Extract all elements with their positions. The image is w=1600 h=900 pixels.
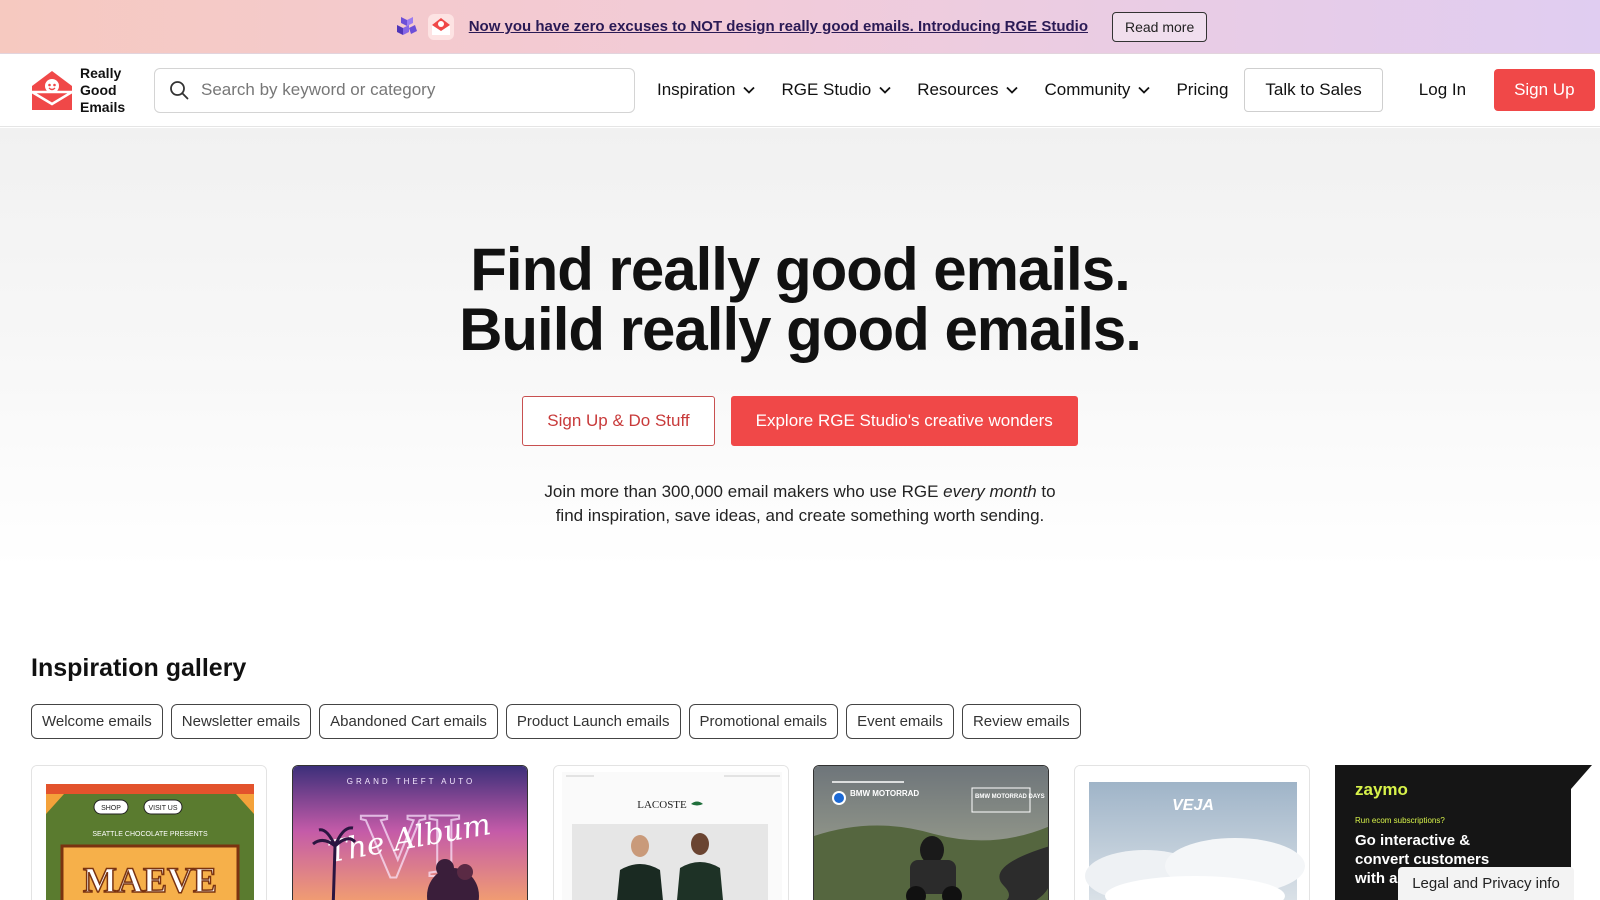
card-badge: BMW MOTORRAD DAYS — [975, 794, 1045, 800]
logo[interactable]: Really Good Emails — [30, 65, 140, 116]
gallery-card[interactable]: GRAND THEFT AUTO VI The Album — [292, 765, 528, 900]
nav-label: Pricing — [1176, 80, 1229, 99]
card-brand: MAEVE — [83, 860, 217, 900]
card-brand: zaymo — [1355, 780, 1408, 799]
gallery-card[interactable]: LACOSTE — [553, 765, 789, 900]
read-more-button[interactable]: Read more — [1112, 11, 1208, 42]
main-nav: Inspiration RGE Studio Resources Communi… — [657, 68, 1595, 112]
login-link[interactable]: Log In — [1419, 80, 1466, 100]
email-thumbnail: GRAND THEFT AUTO VI The Album — [293, 766, 527, 900]
hero-line-2: Build really good emails. — [459, 296, 1142, 363]
hero-sub-text-end: to — [1036, 482, 1056, 501]
card-brand: LACOSTE — [637, 799, 687, 811]
chevron-down-icon — [1138, 86, 1151, 94]
talk-to-sales-button[interactable]: Talk to Sales — [1244, 68, 1383, 112]
promo-banner: Now you have zero excuses to NOT design … — [0, 0, 1600, 54]
search-icon — [170, 81, 189, 100]
chevron-down-icon — [743, 86, 756, 94]
email-thumbnail: LACOSTE — [554, 766, 788, 900]
chip-review[interactable]: Review emails — [961, 704, 1081, 739]
email-thumbnail: VEJA — [1075, 766, 1309, 900]
hero-sub-line-2: find inspiration, save ideas, and create… — [555, 506, 1045, 525]
card-kicker: Run ecom subscriptions? — [1355, 816, 1445, 825]
gallery-card[interactable]: SHOP VISIT US SEATTLE CHOCOLATE PRESENTS… — [31, 765, 267, 900]
chip-product-launch[interactable]: Product Launch emails — [505, 704, 681, 739]
search-box[interactable] — [154, 67, 635, 113]
nav-label: Inspiration — [657, 80, 736, 99]
card-brand: GRAND THEFT AUTO — [347, 777, 475, 786]
chevron-down-icon — [1006, 86, 1019, 94]
chip-abandoned-cart[interactable]: Abandoned Cart emails — [319, 704, 498, 739]
logo-line: Good — [80, 81, 117, 98]
gallery-title: Inspiration gallery — [31, 654, 247, 682]
legal-privacy-link[interactable]: Legal and Privacy info — [1398, 867, 1574, 900]
logo-line: Emails — [80, 98, 126, 115]
search-input[interactable] — [201, 80, 601, 100]
explore-studio-button[interactable]: Explore RGE Studio's creative wonders — [730, 396, 1078, 446]
hero-heading: Find really good emails. Build really go… — [0, 240, 1600, 360]
promo-link[interactable]: Now you have zero excuses to NOT design … — [469, 18, 1088, 35]
gallery-card[interactable]: BMW MOTORRAD BMW MOTORRAD DAYS — [813, 765, 1049, 900]
nav-resources[interactable]: Resources — [917, 80, 1019, 100]
nav-rge-studio[interactable]: RGE Studio — [781, 80, 891, 100]
nav-community[interactable]: Community — [1044, 80, 1151, 100]
hero-sub-text: Join more than 300,000 email makers who … — [544, 482, 944, 501]
email-thumbnail: SHOP VISIT US SEATTLE CHOCOLATE PRESENTS… — [32, 766, 266, 900]
card-headline: convert customers — [1355, 851, 1489, 868]
logo-text: Really Good Emails — [80, 65, 125, 116]
card-headline: with a — [1354, 870, 1398, 887]
rge-logo-icon — [30, 71, 74, 110]
promo-icons — [393, 13, 455, 41]
category-chips: Welcome emails Newsletter emails Abandon… — [31, 704, 1081, 739]
hero-buttons: Sign Up & Do Stuff Explore RGE Studio's … — [0, 396, 1600, 446]
signup-button[interactable]: Sign Up — [1494, 69, 1595, 111]
chip-newsletter[interactable]: Newsletter emails — [170, 704, 312, 739]
nav-pricing[interactable]: Pricing — [1176, 80, 1228, 100]
site-header: Really Good Emails Inspiration RGE Studi… — [0, 54, 1600, 127]
signup-do-stuff-button[interactable]: Sign Up & Do Stuff — [522, 396, 715, 446]
hero-line-1: Find really good emails. — [470, 236, 1130, 303]
rge-envelope-icon — [427, 13, 454, 40]
chip-welcome[interactable]: Welcome emails — [31, 704, 163, 739]
chip-event[interactable]: Event emails — [846, 704, 954, 739]
card-brand: BMW MOTORRAD — [850, 789, 919, 798]
card-brand: VEJA — [1172, 797, 1214, 814]
hero-sub-emphasis: every month — [943, 482, 1037, 501]
gallery-card[interactable]: VEJA — [1074, 765, 1310, 900]
nav-inspiration[interactable]: Inspiration — [657, 80, 756, 100]
chip-promotional[interactable]: Promotional emails — [688, 704, 839, 739]
email-thumbnail: BMW MOTORRAD BMW MOTORRAD DAYS — [814, 766, 1048, 900]
nav-label: Community — [1044, 80, 1131, 99]
nav-label: RGE Studio — [781, 80, 872, 99]
card-visit-text: VISIT US — [148, 805, 177, 812]
chevron-down-icon — [879, 86, 891, 94]
card-shop-text: SHOP — [101, 805, 121, 812]
hero-section: Find really good emails. Build really go… — [0, 128, 1600, 568]
card-kicker: SEATTLE CHOCOLATE PRESENTS — [92, 831, 208, 838]
hero-subtext: Join more than 300,000 email makers who … — [0, 480, 1600, 528]
studio-cubes-icon — [396, 16, 417, 35]
logo-line: Really — [80, 64, 122, 81]
nav-label: Resources — [917, 80, 999, 99]
card-headline: Go interactive & — [1355, 832, 1470, 849]
